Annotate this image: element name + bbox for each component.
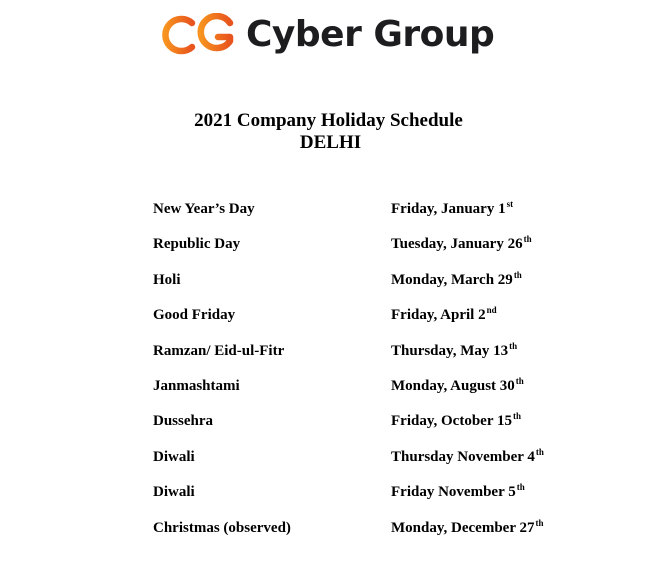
holiday-row: Diwali Friday November 5th [153, 480, 613, 515]
holiday-date: Monday, March 29th [391, 268, 522, 292]
holiday-row: Holi Monday, March 29th [153, 268, 613, 303]
holiday-date-text: Thursday November 4 [391, 448, 535, 465]
holiday-name: Holi [153, 271, 181, 288]
holiday-row: New Year’s Day Friday, January 1st [153, 197, 613, 232]
holiday-date-text: Friday November 5 [391, 484, 516, 501]
company-logo: Cyber Group [158, 12, 495, 58]
holiday-row: Ramzan/ Eid-ul-Fitr Thursday, May 13th [153, 339, 613, 374]
holiday-name: Janmashtami [153, 377, 240, 394]
holiday-date-ordinal: st [506, 199, 514, 209]
holiday-date-text: Monday, August 30 [391, 377, 515, 394]
holiday-date: Friday, April 2nd [391, 303, 497, 327]
holiday-date: Tuesday, January 26th [391, 232, 532, 256]
holiday-name: Dussehra [153, 413, 214, 430]
holiday-date: Thursday November 4th [391, 445, 544, 469]
holiday-date-text: Friday, October 15 [391, 413, 512, 430]
holiday-date-ordinal: nd [486, 305, 497, 316]
holiday-date-ordinal: th [535, 517, 544, 528]
cyber-group-logo-icon [162, 13, 234, 55]
holiday-row: Janmashtami Monday, August 30th [153, 374, 613, 409]
holiday-date-ordinal: th [523, 234, 532, 245]
holiday-date-ordinal: th [513, 269, 522, 280]
holiday-date-text: Thursday, May 13 [391, 342, 509, 359]
holiday-date-ordinal: th [535, 446, 544, 457]
holiday-name: New Year’s Day [153, 201, 255, 217]
holiday-row: Christmas (observed) Monday, December 27t… [153, 516, 613, 551]
holiday-row: Diwali Thursday November 4th [153, 445, 613, 480]
holiday-date-ordinal: th [512, 411, 521, 422]
holiday-row: Dussehra Friday, October 15th [153, 409, 613, 444]
holiday-name: Diwali [153, 448, 195, 465]
holiday-date-ordinal: th [509, 340, 518, 351]
holiday-date-ordinal: th [515, 375, 524, 386]
holiday-name: Diwali [153, 484, 195, 501]
holiday-date-text: Monday, March 29 [391, 271, 513, 288]
holiday-date: Friday, January 1st [391, 197, 513, 221]
document-location: DELHI [299, 132, 362, 153]
holiday-row: Republic Day Tuesday, January 26th [153, 232, 613, 267]
holiday-date-text: Friday, April 2 [391, 307, 486, 324]
holiday-date: Friday, October 15th [391, 409, 521, 433]
document-title: 2021 Company Holiday Schedule [194, 110, 463, 131]
holiday-name: Ramzan/ Eid-ul-Fitr [153, 342, 285, 359]
holiday-list: New Year’s Day Friday, January 1st Republi… [153, 197, 613, 551]
holiday-date: Monday, December 27th [391, 516, 543, 540]
holiday-date: Friday November 5th [391, 480, 525, 504]
holiday-date: Thursday, May 13th [391, 339, 517, 363]
holiday-name: Republic Day [153, 236, 241, 253]
holiday-name: Good Friday [153, 307, 236, 324]
holiday-date-ordinal: th [516, 482, 525, 493]
holiday-row: Good Friday Friday, April 2nd [153, 303, 613, 338]
document-title-block: 2021 Company Holiday Schedule DELHI [0, 110, 657, 154]
holiday-date-text: Friday, January 1 [391, 201, 506, 217]
holiday-date-text: Monday, December 27 [391, 519, 535, 536]
holiday-date-text: Tuesday, January 26 [391, 236, 523, 253]
holiday-date: Monday, August 30th [391, 374, 524, 398]
holiday-name: Christmas (observed) [153, 519, 291, 536]
brand-name: Cyber Group [246, 14, 495, 55]
